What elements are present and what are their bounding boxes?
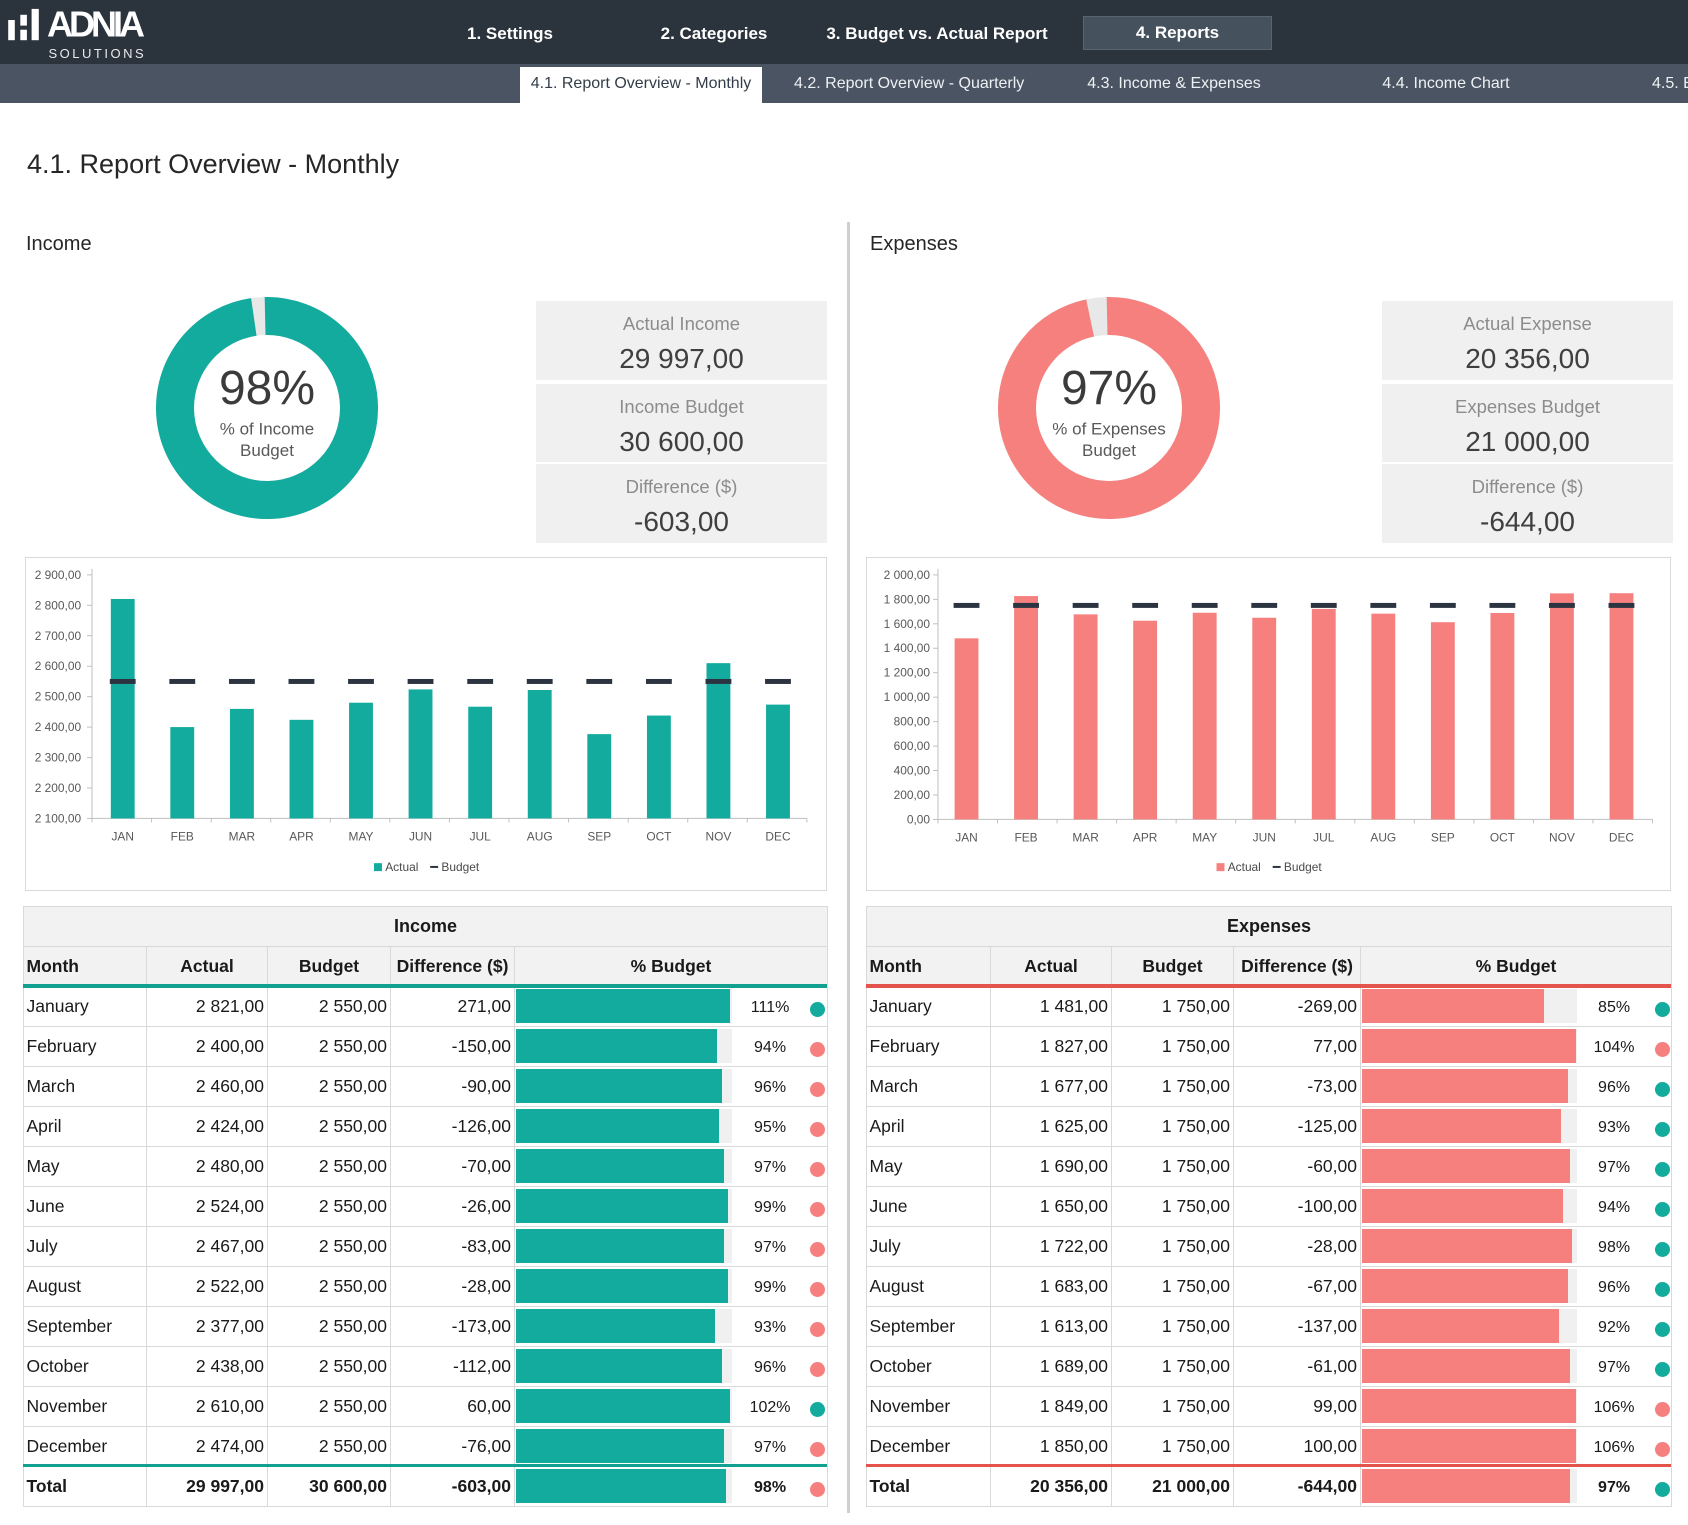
svg-text:NOV: NOV bbox=[706, 829, 732, 843]
svg-text:AUG: AUG bbox=[1370, 830, 1396, 844]
svg-text:MAY: MAY bbox=[349, 829, 374, 843]
svg-text:JAN: JAN bbox=[111, 829, 134, 843]
svg-text:Budget: Budget bbox=[1284, 860, 1322, 874]
svg-text:DEC: DEC bbox=[765, 829, 791, 843]
svg-text:% of Expenses: % of Expenses bbox=[1052, 420, 1165, 439]
svg-text:Budget: Budget bbox=[1082, 441, 1136, 460]
svg-text:0,00: 0,00 bbox=[907, 812, 931, 826]
svg-text:MAR: MAR bbox=[229, 829, 256, 843]
svg-text:97%: 97% bbox=[1061, 362, 1157, 415]
svg-text:JUL: JUL bbox=[1313, 830, 1335, 844]
svg-text:2 400,00: 2 400,00 bbox=[35, 720, 82, 734]
svg-text:2 000,00: 2 000,00 bbox=[884, 568, 931, 582]
svg-text:800,00: 800,00 bbox=[894, 715, 931, 729]
svg-text:MAY: MAY bbox=[1192, 830, 1217, 844]
svg-text:JAN: JAN bbox=[955, 830, 978, 844]
svg-text:1 000,00: 1 000,00 bbox=[884, 690, 931, 704]
svg-text:OCT: OCT bbox=[1490, 830, 1515, 844]
svg-text:JUL: JUL bbox=[470, 829, 492, 843]
svg-text:FEB: FEB bbox=[1014, 830, 1037, 844]
svg-text:2 600,00: 2 600,00 bbox=[35, 659, 82, 673]
svg-text:2 100,00: 2 100,00 bbox=[35, 811, 82, 825]
svg-text:Budget: Budget bbox=[240, 441, 294, 460]
svg-text:Actual: Actual bbox=[385, 860, 418, 874]
svg-text:2 800,00: 2 800,00 bbox=[35, 598, 82, 612]
svg-text:MAR: MAR bbox=[1072, 830, 1099, 844]
svg-text:DEC: DEC bbox=[1609, 830, 1635, 844]
svg-text:2 300,00: 2 300,00 bbox=[35, 751, 82, 765]
svg-text:Actual: Actual bbox=[1228, 860, 1261, 874]
svg-text:2 500,00: 2 500,00 bbox=[35, 690, 82, 704]
svg-text:2 900,00: 2 900,00 bbox=[35, 568, 82, 582]
svg-text:1 800,00: 1 800,00 bbox=[884, 592, 931, 606]
svg-text:Budget: Budget bbox=[441, 860, 479, 874]
svg-text:FEB: FEB bbox=[171, 829, 194, 843]
svg-text:ADNIA: ADNIA bbox=[47, 4, 145, 45]
svg-text:JUN: JUN bbox=[409, 829, 432, 843]
svg-text:200,00: 200,00 bbox=[894, 788, 931, 802]
svg-text:98%: 98% bbox=[219, 362, 315, 415]
svg-text:600,00: 600,00 bbox=[894, 739, 931, 753]
svg-text:1 600,00: 1 600,00 bbox=[884, 617, 931, 631]
svg-text:JUN: JUN bbox=[1253, 830, 1276, 844]
svg-text:% of Income: % of Income bbox=[220, 420, 315, 439]
svg-text:AUG: AUG bbox=[527, 829, 553, 843]
svg-text:2 200,00: 2 200,00 bbox=[35, 781, 82, 795]
svg-text:APR: APR bbox=[1133, 830, 1158, 844]
svg-text:1 400,00: 1 400,00 bbox=[884, 641, 931, 655]
svg-text:NOV: NOV bbox=[1549, 830, 1575, 844]
svg-text:2 700,00: 2 700,00 bbox=[35, 629, 82, 643]
svg-text:SOLUTIONS: SOLUTIONS bbox=[49, 46, 147, 61]
svg-text:SEP: SEP bbox=[587, 829, 611, 843]
svg-text:SEP: SEP bbox=[1431, 830, 1455, 844]
svg-text:1 200,00: 1 200,00 bbox=[884, 666, 931, 680]
svg-text:400,00: 400,00 bbox=[894, 763, 931, 777]
svg-text:OCT: OCT bbox=[646, 829, 671, 843]
svg-text:APR: APR bbox=[289, 829, 314, 843]
